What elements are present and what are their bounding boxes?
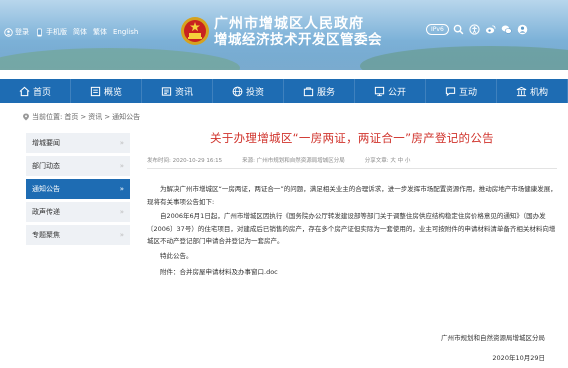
nav-label-interact: 互动: [458, 87, 477, 98]
news-icon: [161, 86, 172, 96]
search-icon: [453, 24, 464, 34]
phone-icon: [37, 27, 42, 37]
interact-icon: [445, 86, 456, 96]
wechat-button[interactable]: [501, 23, 513, 35]
sidebar-item-gov-voice[interactable]: 政声传递 »: [26, 202, 130, 222]
nav-label-overview: 概览: [103, 87, 122, 98]
nav-item-interact[interactable]: 互动: [426, 79, 497, 103]
signature-org: 广州市规划和自然资源局增城区分局: [441, 334, 545, 342]
nav-label-news: 资讯: [174, 87, 193, 98]
breadcrumb: 当前位置: 首页 > 资讯 > 通知公告: [22, 112, 140, 122]
site-title: 广州市增城区人民政府 增城经济技术开发区管委会: [214, 16, 382, 48]
simplified-link[interactable]: 简体: [73, 27, 87, 37]
breadcrumb-home[interactable]: 首页: [64, 112, 78, 122]
article: 关于办理增城区“一房两证，两证合一”房产登记的公告 发布时间: 2020-10-…: [147, 126, 557, 362]
sidebar-item-label: 政声传递: [32, 208, 60, 216]
building-icon: [516, 86, 527, 96]
sidebar-item-notices[interactable]: 通知公告 »: [26, 179, 130, 199]
wechat-icon: [501, 24, 512, 34]
sidebar: 增城要闻 » 部门动态 » 通知公告 » 政声传递 » 专题聚焦 »: [26, 133, 130, 248]
paragraph: 自2006年6月1日起，广州市增城区因执行《国务院办公厅转发建设部等部门关于调整…: [147, 212, 556, 245]
chevron-right-icon: »: [119, 139, 124, 147]
nav-label-open: 公开: [387, 87, 406, 98]
login-link[interactable]: 登录: [4, 27, 29, 37]
breadcrumb-current[interactable]: 通知公告: [112, 112, 140, 122]
home-icon: [19, 86, 30, 96]
sidebar-item-label: 专题聚焦: [32, 231, 60, 239]
accessibility-icon: [469, 23, 480, 35]
attachment-prefix: 附件：: [160, 268, 180, 276]
weibo-button[interactable]: [485, 23, 497, 35]
location-icon: [23, 113, 29, 121]
service-icon: [303, 86, 314, 96]
breadcrumb-separator: >: [104, 113, 111, 121]
breadcrumb-news[interactable]: 资讯: [88, 112, 102, 122]
nav-item-service[interactable]: 服务: [284, 79, 355, 103]
site-title-line1: 广州市增城区人民政府: [214, 16, 364, 32]
accessibility-button[interactable]: [469, 23, 481, 35]
mobile-link[interactable]: 手机版: [35, 27, 67, 37]
overview-icon: [90, 86, 101, 96]
attachment: 附件：合并房屋申请材料及办事窗口.doc: [147, 266, 557, 279]
globe-icon: [232, 86, 243, 96]
breadcrumb-prefix: 当前位置:: [32, 113, 63, 121]
breadcrumb-separator: >: [80, 113, 87, 121]
nav-item-overview[interactable]: 概览: [71, 79, 142, 103]
font-size-switcher[interactable]: 分享文章: 大 中 小: [365, 156, 411, 164]
sidebar-item-district-news[interactable]: 增城要闻 »: [26, 133, 130, 153]
article-meta: 发布时间: 2020-10-29 16:15 来源: 广州市规划和自然资源局增城…: [147, 156, 557, 169]
english-link[interactable]: English: [113, 28, 138, 36]
paragraph: 为解决广州市增城区“一房两证，两证合一”的问题，满足相关业主的合理诉求，进一步发…: [147, 185, 557, 206]
top-links: 登录 手机版 简体 繁体 English: [4, 27, 138, 37]
attachment-link[interactable]: 合并房屋申请材料及办事窗口.doc: [180, 268, 278, 276]
paragraph: 特此公告。: [160, 251, 193, 260]
sidebar-item-label: 通知公告: [32, 185, 60, 193]
site-header: 登录 手机版 简体 繁体 English 广州市增城区人民政府 增城经济技术开发…: [0, 0, 568, 70]
sidebar-item-special-topics[interactable]: 专题聚焦 »: [26, 225, 130, 245]
login-label: 登录: [15, 28, 29, 36]
chevron-right-icon: »: [119, 208, 124, 216]
sidebar-item-label: 部门动态: [32, 162, 60, 170]
chevron-right-icon: »: [119, 185, 124, 193]
main-nav: 首页 概览 资讯 投资 服务 公开 互动 机构: [0, 79, 568, 103]
nav-label-service: 服务: [316, 87, 335, 98]
login-icon: [4, 27, 13, 37]
weibo-icon: [486, 24, 496, 33]
chevron-right-icon: »: [119, 162, 124, 170]
article-source: 来源: 广州市规划和自然资源局增城区分局: [242, 158, 345, 164]
user-icon: [517, 24, 528, 34]
nav-item-news[interactable]: 资讯: [142, 79, 213, 103]
nav-label-institution: 机构: [529, 87, 548, 98]
national-emblem-icon: [181, 17, 209, 45]
ipv6-badge: IPv6: [426, 23, 449, 35]
site-title-line2: 增城经济技术开发区管委会: [214, 32, 382, 48]
open-icon: [374, 86, 385, 96]
sidebar-item-label: 增城要闻: [32, 139, 60, 147]
nav-item-home[interactable]: 首页: [0, 79, 71, 103]
signature-date: 2020年10月29日: [492, 354, 545, 362]
nav-item-institution[interactable]: 机构: [497, 79, 568, 103]
publish-time: 发布时间: 2020-10-29 16:15: [147, 158, 223, 164]
article-body: 为解决广州市增城区“一房两证，两证合一”的问题，满足相关业主的合理诉求，进一步发…: [147, 183, 557, 262]
article-title: 关于办理增城区“一房两证，两证合一”房产登记的公告: [210, 131, 494, 145]
nav-item-invest[interactable]: 投资: [213, 79, 284, 103]
mobile-label: 手机版: [46, 28, 67, 36]
traditional-link[interactable]: 繁体: [93, 27, 107, 37]
sidebar-item-department-news[interactable]: 部门动态 »: [26, 156, 130, 176]
nav-label-home: 首页: [32, 87, 51, 98]
header-tools: IPv6: [426, 23, 529, 35]
nav-label-invest: 投资: [245, 87, 264, 98]
search-button[interactable]: [453, 23, 465, 35]
nav-item-open[interactable]: 公开: [355, 79, 426, 103]
chevron-right-icon: »: [119, 231, 124, 239]
user-button[interactable]: [517, 23, 529, 35]
